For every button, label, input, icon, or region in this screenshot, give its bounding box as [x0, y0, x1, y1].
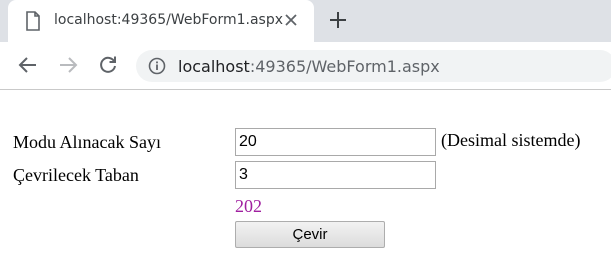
url-host: localhost [178, 57, 250, 76]
address-bar[interactable]: localhost:49365/WebForm1.aspx [136, 50, 611, 82]
info-icon[interactable] [148, 57, 166, 75]
base-input[interactable] [235, 161, 436, 189]
result-text: 202 [235, 196, 262, 216]
modulo-input[interactable] [235, 128, 436, 156]
decimal-note: (Desimal sistemde) [441, 130, 581, 150]
convert-button[interactable]: Çevir [235, 221, 385, 248]
reload-icon[interactable] [97, 54, 119, 76]
tab-title: localhost:49365/WebForm1.aspx [54, 12, 284, 28]
modulo-label: Modu Alınacak Sayı [13, 132, 161, 152]
forward-arrow-icon[interactable] [57, 54, 79, 76]
base-label: Çevrilecek Taban [13, 165, 139, 185]
browser-toolbar: localhost:49365/WebForm1.aspx [0, 42, 611, 90]
plus-icon[interactable] [328, 10, 348, 30]
page-content: Modu Alınacak Sayı (Desimal sistemde) Çe… [0, 90, 611, 277]
back-arrow-icon[interactable] [17, 54, 39, 76]
tab-strip: localhost:49365/WebForm1.aspx [0, 0, 611, 42]
close-icon[interactable] [283, 12, 299, 28]
browser-tab[interactable]: localhost:49365/WebForm1.aspx [8, 0, 314, 42]
page-icon [25, 11, 41, 31]
url-path: :49365/WebForm1.aspx [249, 57, 440, 76]
url-text: localhost:49365/WebForm1.aspx [178, 57, 440, 76]
